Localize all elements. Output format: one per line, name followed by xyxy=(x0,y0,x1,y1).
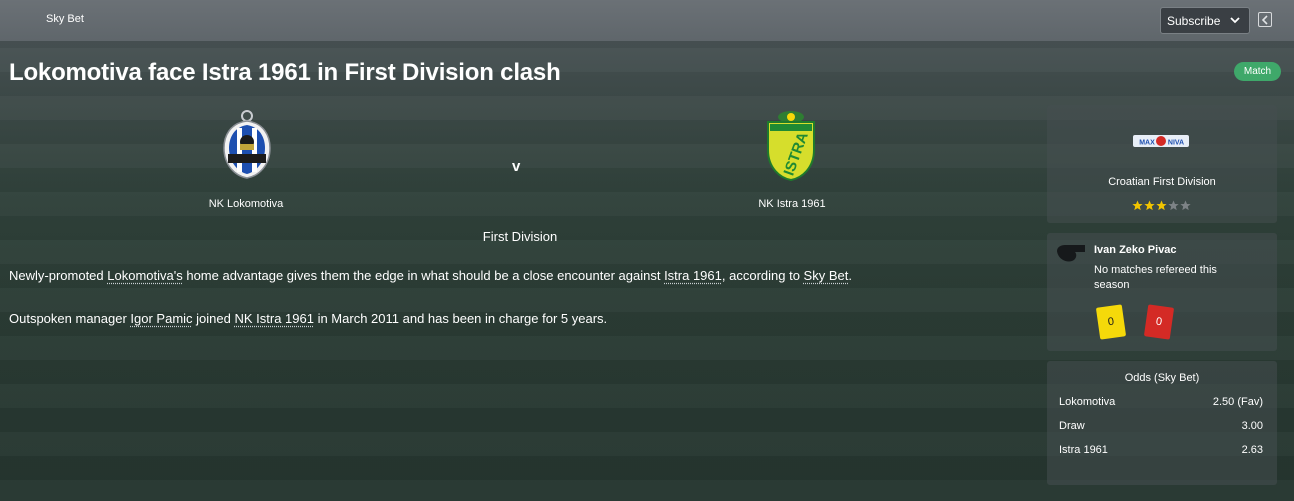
whistle-icon xyxy=(1057,245,1085,262)
match-badge: Match xyxy=(1234,62,1281,81)
home-team-name: NK Lokomotiva xyxy=(208,198,284,210)
red-card-count: 0 xyxy=(1143,304,1175,340)
league-panel[interactable]: MAX NIVA Croatian First Division xyxy=(1047,105,1277,223)
chevron-down-icon xyxy=(1230,17,1240,24)
odds-label: Lokomotiva xyxy=(1059,396,1116,408)
paragraph-text: Outspoken manager xyxy=(9,311,131,326)
yellow-card-count: 0 xyxy=(1095,304,1127,340)
paragraph-text: Newly-promoted xyxy=(9,268,108,283)
referee-note: No matches refereed this season xyxy=(1094,264,1217,291)
league-rating xyxy=(1132,200,1191,211)
odds-label: Draw xyxy=(1059,420,1085,432)
versus-label: v xyxy=(512,158,521,175)
paragraph-text: joined xyxy=(192,311,235,326)
svg-text:MAX: MAX xyxy=(1139,140,1155,147)
paragraph-text: . xyxy=(848,268,852,283)
link-lokomotiva[interactable]: Lokomotiva's xyxy=(107,268,182,283)
chevron-left-icon xyxy=(1261,15,1268,25)
istra-crest-icon: ISTRA xyxy=(767,111,815,182)
article-paragraph-2: Outspoken manager Igor Pamic joined NK I… xyxy=(9,311,607,326)
odds-row-draw: Draw 3.00 xyxy=(1059,420,1263,432)
odds-title: Odds (Sky Bet) xyxy=(1124,372,1200,384)
star-empty-icon xyxy=(1168,200,1179,211)
link-sky-bet[interactable]: Sky Bet xyxy=(804,268,849,283)
subscribe-button[interactable]: Subscribe xyxy=(1160,7,1250,34)
odds-value: 3.00 xyxy=(1241,420,1263,432)
collapse-panel-button[interactable] xyxy=(1258,12,1272,27)
odds-value: 2.50 (Fav) xyxy=(1212,396,1263,408)
referee-panel[interactable]: Ivan Zeko Pivac No matches refereed this… xyxy=(1047,233,1277,351)
paragraph-text: in March 2011 and has been in charge for… xyxy=(313,311,608,326)
league-logo-icon: MAX NIVA xyxy=(1133,135,1189,147)
news-source-name: Sky Bet xyxy=(46,13,84,25)
away-team-name: NK Istra 1961 xyxy=(758,198,826,210)
star-filled-icon xyxy=(1144,200,1155,211)
link-igor-pamic[interactable]: Igor Pamic xyxy=(130,311,192,326)
league-name: Croatian First Division xyxy=(1108,176,1216,188)
odds-panel: Odds (Sky Bet) Lokomotiva 2.50 (Fav) Dra… xyxy=(1047,361,1277,485)
svg-text:NIVA: NIVA xyxy=(1168,140,1184,147)
link-nk-istra-1961[interactable]: NK Istra 1961 xyxy=(234,311,314,326)
odds-row-home: Lokomotiva 2.50 (Fav) xyxy=(1059,396,1263,408)
paragraph-text: , according to xyxy=(721,268,804,283)
odds-row-away: Istra 1961 2.63 xyxy=(1059,444,1263,456)
odds-value: 2.63 xyxy=(1241,444,1263,456)
link-istra-1961[interactable]: Istra 1961 xyxy=(664,268,722,283)
competition-name: First Division xyxy=(482,229,558,244)
star-filled-icon xyxy=(1132,200,1143,211)
lokomotiva-crest-icon xyxy=(223,110,271,179)
article-paragraph-1: Newly-promoted Lokomotiva's home advanta… xyxy=(9,268,852,283)
referee-name: Ivan Zeko Pivac xyxy=(1094,244,1177,256)
star-filled-icon xyxy=(1156,200,1167,211)
star-empty-icon xyxy=(1180,200,1191,211)
top-bar: Sky Bet Subscribe xyxy=(0,0,1294,41)
paragraph-text: home advantage gives them the edge in wh… xyxy=(182,268,665,283)
subscribe-label: Subscribe xyxy=(1167,13,1221,28)
odds-label: Istra 1961 xyxy=(1059,444,1108,456)
article-headline: Lokomotiva face Istra 1961 in First Divi… xyxy=(9,59,561,86)
